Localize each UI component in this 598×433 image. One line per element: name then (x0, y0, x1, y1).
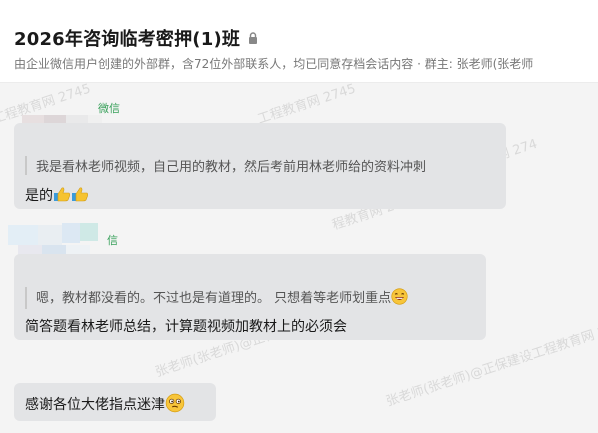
grinning-emoji-icon (391, 288, 408, 309)
group-title[interactable]: 2026年咨询临考密押(1)班 (14, 25, 240, 51)
message-text: 是的 (25, 185, 89, 206)
message-bubble[interactable]: 我是看林老师视频，自己用的教材，然后考前用林老师给的资料冲刺 是的 (14, 123, 506, 209)
message-text: 简答题看林老师总结，计算题视频加教材上的必须会 (25, 319, 347, 335)
sender-tag: 微信 (98, 102, 120, 115)
title-row: 2026年咨询临考密押(1)班 (14, 25, 258, 51)
quoted-text: 嗯，教材都没看的。不过也是有道理的。 只想着等老师划重点 (25, 287, 408, 309)
thumbs-up-icon (71, 186, 89, 206)
watermark: 工程教育网 2745 (255, 83, 358, 128)
sender-tag: 信 (107, 234, 118, 247)
thumbs-up-icon (53, 186, 71, 206)
thinking-emoji-icon (165, 393, 185, 417)
quoted-text: 我是看林老师视频，自己用的教材，然后考前用林老师给的资料冲刺 (25, 156, 426, 175)
reply-text: 是的 (25, 188, 53, 204)
message-bubble[interactable]: 嗯，教材都没看的。不过也是有道理的。 只想着等老师划重点 简答题看林老师总结，计… (14, 254, 486, 340)
message-list[interactable]: 工程教育网 2745 工程教育网 2745 教育网 274 张老师(张老师)@正… (0, 83, 598, 433)
lock-icon (248, 32, 258, 44)
quoted-text-content: 嗯，教材都没看的。不过也是有道理的。 只想着等老师划重点 (36, 291, 392, 306)
message-text: 感谢各位大佬指点迷津 (25, 393, 185, 417)
reply-text: 感谢各位大佬指点迷津 (25, 397, 165, 413)
group-info: 由企业微信用户创建的外部群，含72位外部联系人，均已同意存档会话内容 · 群主:… (14, 57, 534, 71)
chat-header: 2026年咨询临考密押(1)班 由企业微信用户创建的外部群，含72位外部联系人，… (0, 0, 598, 83)
message-bubble[interactable]: 感谢各位大佬指点迷津 (14, 383, 216, 421)
